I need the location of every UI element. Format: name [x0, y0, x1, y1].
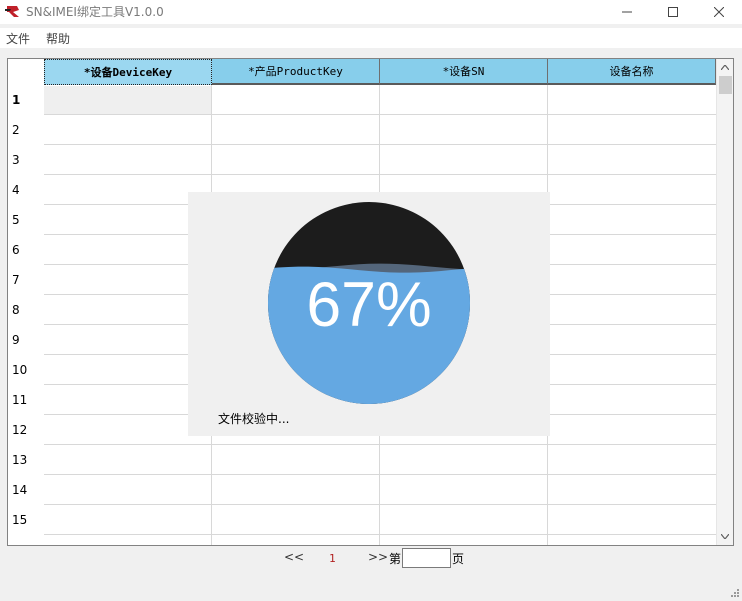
row-number[interactable]: 13 — [8, 445, 44, 475]
row-number[interactable]: 12 — [8, 415, 44, 445]
row-number[interactable]: 11 — [8, 385, 44, 415]
maximize-button[interactable] — [650, 0, 696, 24]
progress-percent: 67% — [306, 270, 431, 340]
chevron-down-icon — [721, 533, 729, 539]
minimize-button[interactable] — [604, 0, 650, 24]
progress-overlay: 67% 文件校验中... — [188, 192, 550, 436]
close-button[interactable] — [696, 0, 742, 24]
menu-help[interactable]: 帮助 — [46, 30, 70, 47]
vertical-scrollbar[interactable] — [716, 59, 733, 545]
close-icon — [714, 7, 724, 17]
selected-cell[interactable] — [44, 86, 211, 115]
row-divider — [44, 474, 716, 475]
row-number[interactable]: 8 — [8, 295, 44, 325]
row-number[interactable]: 7 — [8, 265, 44, 295]
row-number[interactable]: 15 — [8, 505, 44, 535]
scroll-thumb[interactable] — [719, 76, 732, 94]
row-number[interactable]: 5 — [8, 205, 44, 235]
row-number[interactable]: 3 — [8, 145, 44, 175]
goto-page-input[interactable] — [402, 548, 451, 568]
window-title: SN&IMEI绑定工具V1.0.0 — [26, 5, 164, 19]
app-logo-icon — [5, 6, 19, 17]
row-number[interactable]: 2 — [8, 115, 44, 145]
next-page-button[interactable]: >> — [368, 550, 388, 564]
row-number[interactable]: 9 — [8, 325, 44, 355]
row-divider — [44, 534, 716, 535]
minimize-icon — [622, 11, 632, 13]
row-number[interactable]: 4 — [8, 175, 44, 205]
chevron-up-icon — [721, 64, 729, 70]
scroll-down-button[interactable] — [717, 528, 733, 544]
title-bar: SN&IMEI绑定工具V1.0.0 — [0, 0, 742, 24]
menu-file[interactable]: 文件 — [6, 30, 30, 47]
row-divider — [44, 504, 716, 505]
scroll-up-button[interactable] — [717, 59, 733, 75]
row-number[interactable]: 14 — [8, 475, 44, 505]
row-divider — [44, 174, 716, 175]
progress-gauge: 67% — [268, 202, 470, 404]
progress-status: 文件校验中... — [218, 412, 290, 426]
prev-page-button[interactable]: << — [284, 550, 304, 564]
current-page-number[interactable]: 1 — [329, 552, 336, 565]
maximize-icon — [668, 7, 678, 17]
row-divider — [44, 444, 716, 445]
column-header-productkey[interactable]: *产品ProductKey — [212, 59, 380, 85]
row-number[interactable]: 10 — [8, 355, 44, 385]
pagination: << 1 >> 第 页 — [0, 548, 742, 568]
column-header-sn[interactable]: *设备SN — [380, 59, 548, 85]
menu-bar: 文件 帮助 — [0, 28, 742, 48]
row-number[interactable]: 1 — [8, 85, 44, 115]
row-divider — [44, 114, 716, 115]
resize-grip-icon[interactable] — [728, 586, 740, 598]
row-number[interactable]: 6 — [8, 235, 44, 265]
goto-page-prefix: 第 — [389, 552, 402, 566]
column-header-devicekey[interactable]: *设备DeviceKey — [44, 59, 212, 85]
column-header-device-name[interactable]: 设备名称 — [548, 59, 716, 85]
row-divider — [44, 144, 716, 145]
goto-page-suffix: 页 — [452, 552, 465, 566]
